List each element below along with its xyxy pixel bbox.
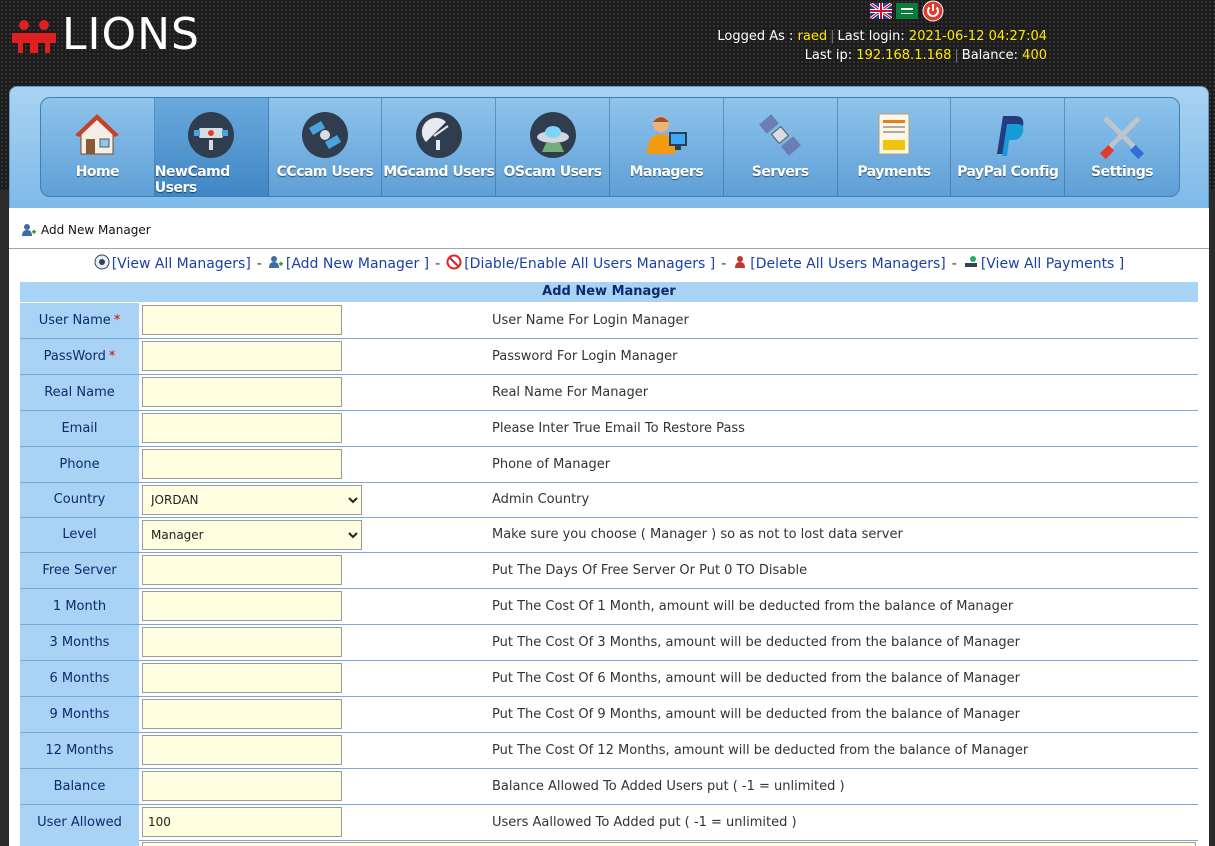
payment-hand-icon — [964, 256, 977, 267]
nav-item-newcamd-users[interactable]: NewCamd Users — [154, 98, 269, 196]
user-info: Logged As : raed | Last login: 2021-06-12 … — [717, 27, 1047, 65]
form-row-password: PassWord * Password For Login Manager — [20, 339, 1198, 375]
form-row-country: Country JORDAN Admin Country — [20, 483, 1198, 518]
main-nav: Home NewCamd Users CCcam Users MGcamd Us… — [40, 97, 1180, 197]
form-row-9-months: 9 Months Put The Cost Of 9 Months, amoun… — [20, 697, 1198, 733]
form-row-partial — [20, 840, 1198, 846]
form-row-email: Email Please Inter True Email To Restore… — [20, 411, 1198, 447]
breadcrumb: Add New Manager — [21, 222, 151, 238]
cost-3-months-input[interactable] — [142, 627, 342, 657]
email-input[interactable] — [142, 413, 342, 443]
delete-user-icon — [735, 256, 746, 268]
uk-flag-icon[interactable] — [870, 3, 892, 19]
satellite-dish-icon — [188, 112, 235, 158]
nav-item-cccam-users[interactable]: CCcam Users — [269, 98, 383, 196]
cost-12-months-input[interactable] — [142, 735, 342, 765]
cost-6-months-input[interactable] — [142, 663, 342, 693]
form-title: Add New Manager — [20, 282, 1198, 302]
form-row-level: Level Manager Make sure you choose ( Man… — [20, 518, 1198, 553]
payment-card-icon — [878, 113, 910, 155]
tools-icon — [1099, 116, 1145, 160]
add-user-icon — [268, 256, 283, 268]
nav-item-managers[interactable]: Managers — [610, 98, 724, 196]
phone-input[interactable] — [142, 449, 342, 479]
logout-power-icon[interactable] — [922, 0, 944, 22]
cost-9-months-input[interactable] — [142, 699, 342, 729]
logo-text: LIONS — [62, 9, 200, 60]
form-row-3-months: 3 Months Put The Cost Of 3 Months, amoun… — [20, 625, 1198, 661]
disable-enable-managers-link[interactable]: [Diable/Enable All Users Managers ] — [464, 256, 715, 272]
nav-item-home[interactable]: Home — [41, 98, 155, 196]
real-name-input[interactable] — [142, 377, 342, 407]
nav-item-oscam-users[interactable]: OScam Users — [496, 98, 610, 196]
user-allowed-input[interactable] — [142, 807, 342, 837]
view-all-managers-link[interactable]: [View All Managers] — [112, 256, 251, 272]
add-new-manager-link[interactable]: [Add New Manager ] — [286, 256, 429, 272]
add-user-icon — [22, 224, 36, 236]
logged-as-value: raed — [797, 29, 828, 44]
form-row-real-name: Real Name Real Name For Manager — [20, 375, 1198, 411]
house-icon — [75, 114, 120, 155]
nav-item-servers[interactable]: Servers — [724, 98, 838, 196]
nav-item-settings[interactable]: Settings — [1065, 98, 1179, 196]
action-links: [View All Managers] - [Add New Manager ] -… — [9, 254, 1209, 272]
cost-1-month-input[interactable] — [142, 591, 342, 621]
form-row-6-months: 6 Months Put The Cost Of 6 Months, amoun… — [20, 661, 1198, 697]
disable-icon — [446, 254, 462, 270]
nav-item-payments[interactable]: Payments — [838, 98, 952, 196]
form-row-balance: Balance Balance Allowed To Added Users p… — [20, 769, 1198, 805]
level-select[interactable]: Manager — [142, 520, 362, 550]
main-content: Add New Manager [View All Managers] - [Ad… — [9, 208, 1209, 846]
server-satellite-icon — [759, 114, 802, 156]
satellite-icon — [301, 112, 348, 158]
nav-item-mgcamd-users[interactable]: MGcamd Users — [382, 98, 497, 196]
balance-input[interactable] — [142, 771, 342, 801]
ufo-icon — [529, 112, 576, 158]
user-info-line-1: Logged As : raed | Last login: 2021-06-12 … — [717, 29, 1047, 44]
paypal-icon — [996, 116, 1024, 156]
nav-item-paypal-config[interactable]: PayPal Config — [951, 98, 1066, 196]
form-row-phone: Phone Phone of Manager — [20, 447, 1198, 483]
form-row-user-allowed: User Allowed Users Aallowed To Added put… — [20, 805, 1198, 841]
last-ip-value: 192.168.1.168 — [856, 48, 952, 63]
saudi-flag-icon[interactable] — [896, 3, 918, 19]
breadcrumb-label: Add New Manager — [41, 223, 151, 237]
eye-icon — [94, 254, 110, 270]
country-select[interactable]: JORDAN — [142, 485, 362, 515]
form-row-free-server: Free Server Put The Days Of Free Server … — [20, 553, 1198, 589]
lions-logo-icon — [12, 20, 56, 53]
form-row-user-name: User Name * User Name For Login Manager — [20, 303, 1198, 339]
language-switcher — [870, 0, 944, 22]
free-server-input[interactable] — [142, 555, 342, 585]
delete-all-managers-link[interactable]: [Delete All Users Managers] — [750, 256, 946, 272]
view-all-payments-link[interactable]: [View All Payments ] — [981, 256, 1124, 272]
password-input[interactable] — [142, 341, 342, 371]
user-name-input[interactable] — [142, 305, 342, 335]
antenna-icon — [415, 112, 462, 158]
form-row-1-month: 1 Month Put The Cost Of 1 Month, amount … — [20, 589, 1198, 625]
form-row-12-months: 12 Months Put The Cost Of 12 Months, amo… — [20, 733, 1198, 769]
balance-value: 400 — [1022, 48, 1047, 63]
last-login-value: 2021-06-12 04:27:04 — [908, 29, 1047, 44]
manager-icon — [647, 116, 688, 154]
divider — [9, 248, 1209, 249]
logo[interactable]: LIONS — [10, 10, 200, 60]
user-info-line-2: Last ip: 192.168.1.168 | Balance: 400 — [804, 48, 1047, 63]
